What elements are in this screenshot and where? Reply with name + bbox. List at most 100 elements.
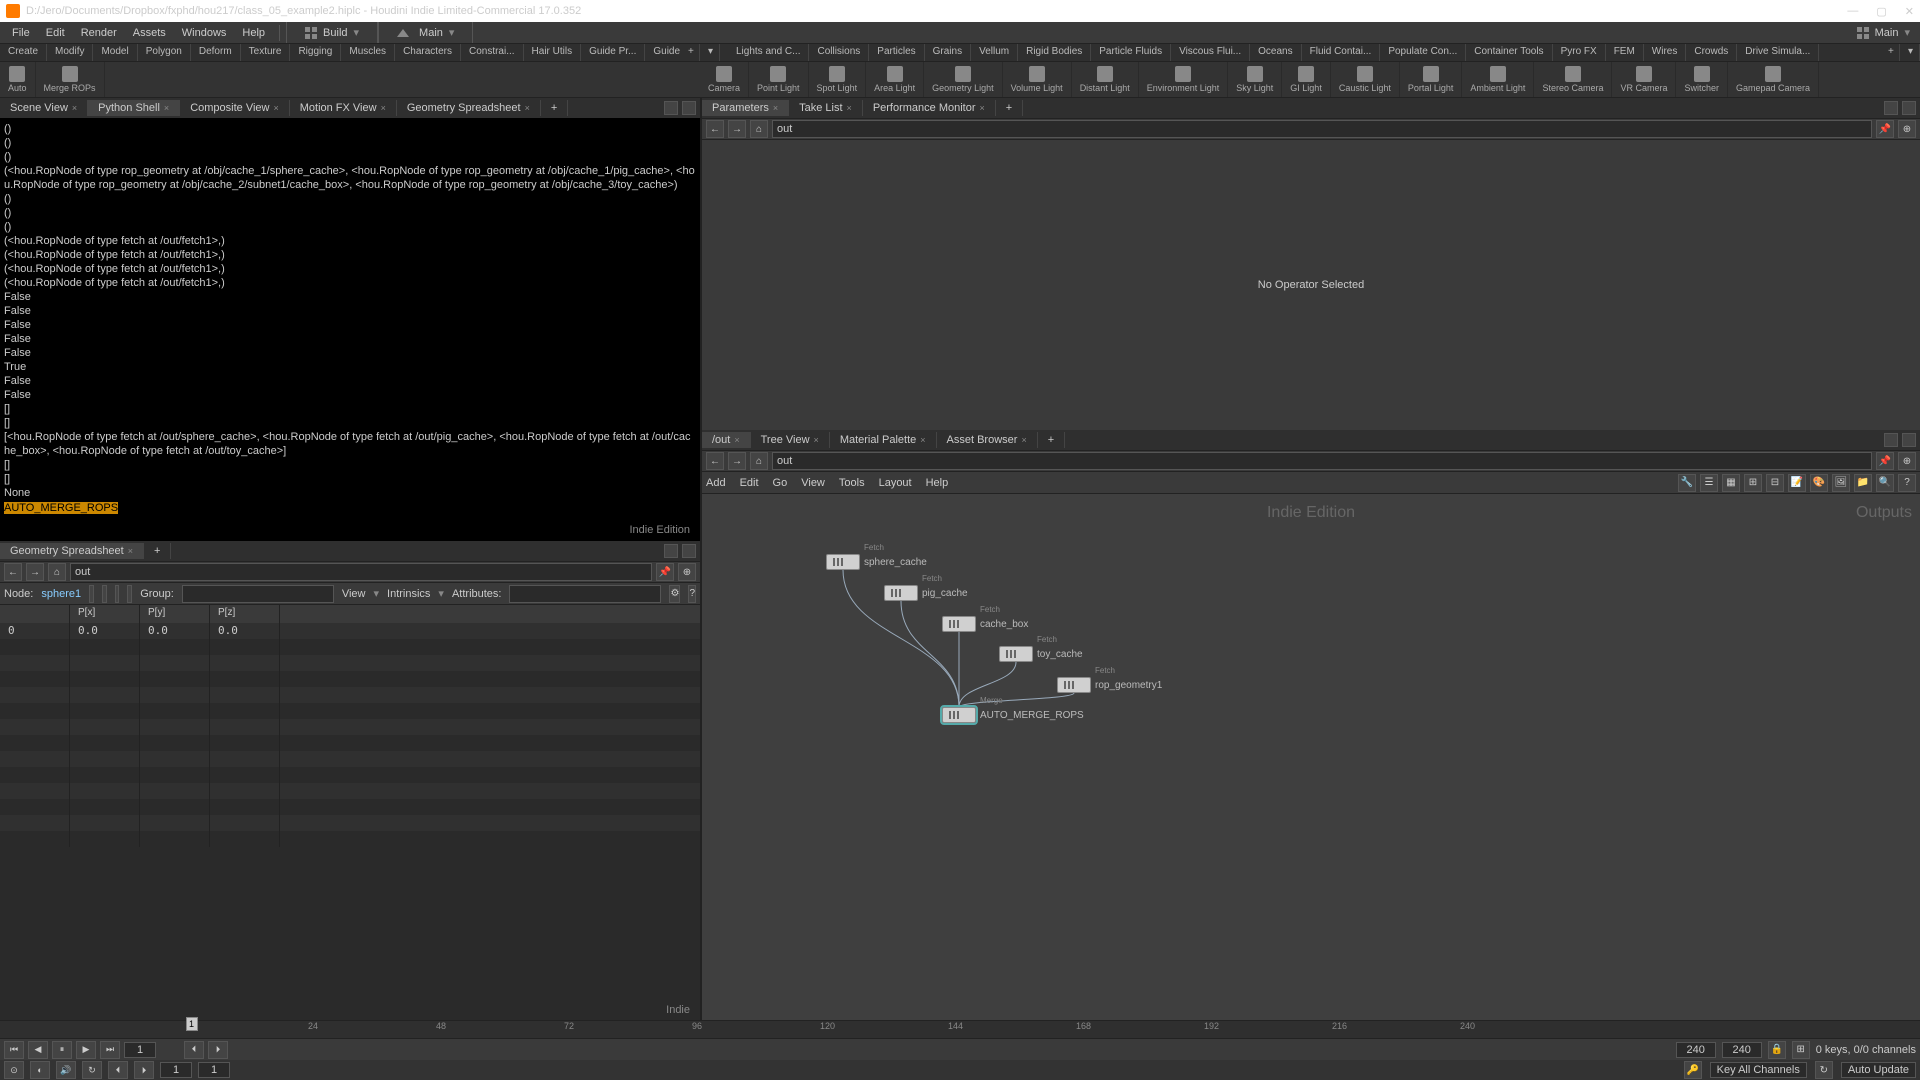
pause-button[interactable]: ⏸ bbox=[52, 1041, 72, 1059]
pane-maximize[interactable] bbox=[664, 544, 678, 558]
shelf-tab[interactable]: Pyro FX bbox=[1553, 44, 1606, 61]
shelf-tab[interactable]: Hair Utils bbox=[524, 44, 582, 61]
audio-icon[interactable]: 🔊 bbox=[56, 1061, 76, 1079]
range-end-input2[interactable] bbox=[1722, 1042, 1762, 1058]
shelf-tab[interactable]: Container Tools bbox=[1466, 44, 1552, 61]
gear-icon[interactable]: ⚙ bbox=[669, 585, 680, 603]
shelf-menu[interactable]: ▾ bbox=[700, 44, 720, 61]
table-row[interactable]: 00.00.00.0 bbox=[0, 623, 700, 639]
shelf-tab[interactable]: Guide Br... bbox=[645, 44, 680, 61]
menu-assets[interactable]: Assets bbox=[125, 25, 174, 41]
pin-button[interactable]: 📌 bbox=[1876, 452, 1894, 470]
net-menu-add[interactable]: Add bbox=[706, 477, 726, 489]
shelf-tab[interactable]: Deform bbox=[191, 44, 241, 61]
shelf-tab[interactable]: Texture bbox=[241, 44, 291, 61]
path-input[interactable] bbox=[70, 563, 652, 581]
next-key-button[interactable]: ⏵ bbox=[134, 1061, 154, 1079]
shelf-tab[interactable]: Vellum bbox=[971, 44, 1018, 61]
tab-add[interactable]: + bbox=[541, 100, 568, 116]
shelf-tab[interactable]: Guide Pr... bbox=[581, 44, 645, 61]
play-reverse-button[interactable]: ◀ bbox=[28, 1041, 48, 1059]
shelf-tab[interactable]: Constrai... bbox=[461, 44, 524, 61]
menu-render[interactable]: Render bbox=[73, 25, 125, 41]
column-header[interactable]: P[x] bbox=[70, 605, 140, 623]
shelf-tab[interactable]: Rigid Bodies bbox=[1018, 44, 1091, 61]
grid2-icon[interactable]: ⊟ bbox=[1766, 474, 1784, 492]
menu-windows[interactable]: Windows bbox=[174, 25, 235, 41]
shelf-tab[interactable]: Polygon bbox=[138, 44, 191, 61]
tab--out[interactable]: /out× bbox=[702, 432, 751, 448]
tab-tree-view[interactable]: Tree View× bbox=[751, 432, 830, 448]
shelf-tool[interactable]: Spot Light bbox=[809, 62, 867, 97]
shelf-tab[interactable]: Muscles bbox=[341, 44, 395, 61]
pane-maximize[interactable] bbox=[664, 101, 678, 115]
link-button[interactable]: ⊕ bbox=[1898, 120, 1916, 138]
playhead[interactable]: 1 bbox=[186, 1017, 198, 1031]
pane-menu[interactable] bbox=[682, 101, 696, 115]
shelf-tool[interactable]: Auto bbox=[0, 62, 36, 97]
tab-composite-view[interactable]: Composite View× bbox=[180, 100, 290, 116]
node-rop_geometry1[interactable]: Fetchrop_geometry1 bbox=[1057, 677, 1162, 693]
path-input[interactable] bbox=[772, 120, 1872, 138]
pane-menu[interactable] bbox=[1902, 433, 1916, 447]
python-shell-output[interactable]: () () () (<hou.RopNode of type rop_geome… bbox=[0, 118, 700, 541]
net-menu-go[interactable]: Go bbox=[773, 477, 788, 489]
forward-button[interactable]: → bbox=[728, 120, 746, 138]
close-button[interactable]: ✕ bbox=[1905, 5, 1914, 18]
tab-scene-view[interactable]: Scene View× bbox=[0, 100, 88, 116]
home-icon[interactable]: ⌂ bbox=[750, 452, 768, 470]
shelf-tab[interactable]: Grains bbox=[925, 44, 971, 61]
shelf-tab[interactable]: Lights and C... bbox=[728, 44, 809, 61]
tab-motion-fx-view[interactable]: Motion FX View× bbox=[290, 100, 397, 116]
scope-selector[interactable]: Main ▾ bbox=[378, 22, 473, 43]
range-start-input[interactable] bbox=[160, 1062, 192, 1078]
table-row[interactable] bbox=[0, 655, 700, 671]
range-lock-icon[interactable]: 🔒 bbox=[1768, 1041, 1786, 1059]
tab-asset-browser[interactable]: Asset Browser× bbox=[937, 432, 1038, 448]
table-row[interactable] bbox=[0, 799, 700, 815]
shelf-tool[interactable]: VR Camera bbox=[1612, 62, 1676, 97]
refresh-icon[interactable]: ↻ bbox=[1815, 1061, 1833, 1079]
folder-icon[interactable]: 📁 bbox=[1854, 474, 1872, 492]
tab-add[interactable]: + bbox=[996, 100, 1023, 116]
net-menu-edit[interactable]: Edit bbox=[740, 477, 759, 489]
tab-take-list[interactable]: Take List× bbox=[789, 100, 863, 116]
vertices-icon[interactable] bbox=[102, 585, 107, 603]
table-row[interactable] bbox=[0, 719, 700, 735]
image-icon[interactable]: 🖼 bbox=[1832, 474, 1850, 492]
shelf-tool[interactable]: Area Light bbox=[866, 62, 924, 97]
key-all-dropdown[interactable]: Key All Channels bbox=[1710, 1062, 1807, 1078]
node-pig_cache[interactable]: Fetchpig_cache bbox=[884, 585, 968, 601]
menu-edit[interactable]: Edit bbox=[38, 25, 73, 41]
shelf-add[interactable]: + bbox=[680, 44, 700, 61]
path-input[interactable] bbox=[772, 452, 1872, 470]
pane-maximize[interactable] bbox=[1884, 433, 1898, 447]
shelf-tool[interactable]: Stereo Camera bbox=[1534, 62, 1612, 97]
back-button[interactable]: ← bbox=[4, 563, 22, 581]
node-sphere_cache[interactable]: Fetchsphere_cache bbox=[826, 554, 927, 570]
loop-icon[interactable]: ↻ bbox=[82, 1061, 102, 1079]
net-menu-view[interactable]: View bbox=[801, 477, 825, 489]
table-row[interactable] bbox=[0, 735, 700, 751]
tab-material-palette[interactable]: Material Palette× bbox=[830, 432, 937, 448]
shelf-tool[interactable]: Geometry Light bbox=[924, 62, 1003, 97]
column-header[interactable]: P[z] bbox=[210, 605, 280, 623]
table-row[interactable] bbox=[0, 831, 700, 847]
home-icon[interactable]: ⌂ bbox=[48, 563, 66, 581]
shelf-add-right[interactable]: + bbox=[1880, 44, 1900, 61]
net-menu-help[interactable]: Help bbox=[926, 477, 949, 489]
menu-help[interactable]: Help bbox=[234, 25, 273, 41]
table-row[interactable] bbox=[0, 751, 700, 767]
shelf-tool[interactable]: Merge ROPs bbox=[36, 62, 105, 97]
pin-button[interactable]: 📌 bbox=[1876, 120, 1894, 138]
detail-icon[interactable] bbox=[127, 585, 132, 603]
net-menu-layout[interactable]: Layout bbox=[879, 477, 912, 489]
prev-key-button[interactable]: ⏴ bbox=[108, 1061, 128, 1079]
table-row[interactable] bbox=[0, 703, 700, 719]
column-header[interactable] bbox=[0, 605, 70, 623]
shelf-tab[interactable]: Drive Simula... bbox=[1737, 44, 1819, 61]
pane-menu[interactable] bbox=[1902, 101, 1916, 115]
table-row[interactable] bbox=[0, 815, 700, 831]
tab-geometry-spreadsheet[interactable]: Geometry Spreadsheet× bbox=[397, 100, 541, 116]
tab-python-shell[interactable]: Python Shell× bbox=[88, 100, 180, 116]
